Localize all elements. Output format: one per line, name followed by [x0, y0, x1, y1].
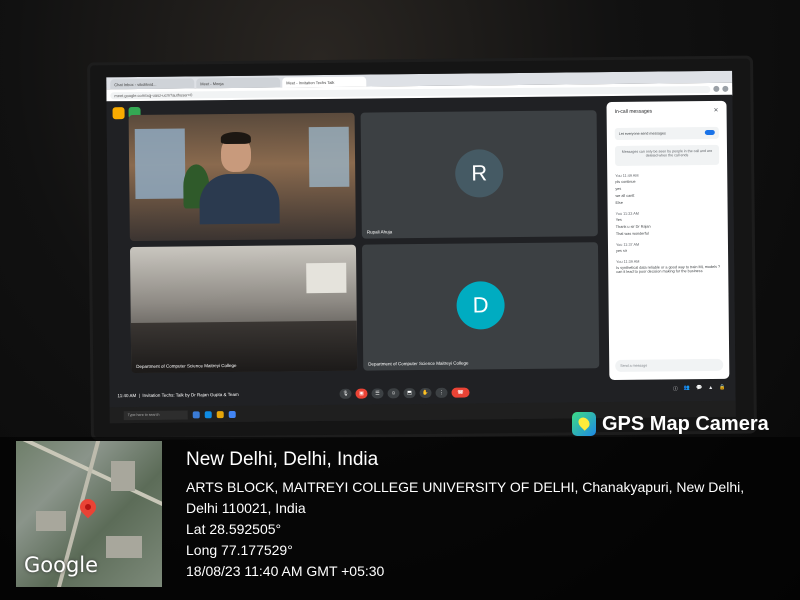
participant-name: Department of Computer Science Maitreyi …: [136, 362, 237, 369]
message-sender: You 11:37 AM: [615, 242, 640, 247]
chrome-icon[interactable]: [228, 410, 236, 418]
participant-tile-department[interactable]: D Department of Computer Science Maitrey…: [361, 242, 600, 371]
meeting-info: 11:40 AM | Invitation Techs: Talk by Dr …: [117, 391, 239, 399]
people-icon[interactable]: 👥: [684, 385, 690, 392]
gps-longitude: Long 77.177529°: [186, 542, 293, 558]
message-text: Thank u sir Dr Rajan: [615, 224, 651, 229]
raise-hand-button[interactable]: ✋: [419, 387, 432, 399]
meet-view: R Rupali Ahuja Department of Computer Sc…: [106, 94, 736, 408]
gps-address-line: Delhi 110021, India: [186, 500, 306, 516]
gps-datetime: 18/08/23 11:40 AM GMT +05:30: [186, 563, 385, 579]
message-permission-row: Let everyone send messages: [614, 126, 719, 140]
avatar: D: [456, 281, 505, 330]
background-window: [134, 128, 186, 199]
speaker-hair: [220, 131, 251, 145]
message-text: pls continue: [615, 179, 636, 184]
gps-city: New Delhi, Delhi, India: [186, 449, 379, 470]
location-map: Google: [16, 441, 162, 587]
browser-tab[interactable]: Chat Inbox - vikolikvid...: [110, 78, 195, 90]
background-window: [308, 126, 350, 188]
message-sender: You 11:39 AM: [616, 259, 640, 264]
meeting-title: Invitation Techs: Talk by Dr Rajan Gupta…: [142, 391, 239, 398]
close-icon[interactable]: ✕: [714, 107, 719, 114]
message-list: You 11:49 AM pls continue yes we all can…: [615, 173, 720, 281]
screen: Chat Inbox - vikolikvid... Meet - Meeja …: [106, 70, 736, 424]
gps-brand: GPS Map Camera: [572, 412, 769, 436]
avatar: R: [454, 149, 504, 198]
file-explorer-icon[interactable]: [216, 410, 224, 418]
message-sender: You 11:49 AM: [615, 173, 639, 178]
classroom-window: [306, 262, 347, 294]
message-text: yes sir: [616, 248, 628, 253]
toggle-label: Let everyone send messages: [618, 131, 666, 136]
mic-button[interactable]: 🎙: [339, 388, 352, 399]
task-view-icon[interactable]: [192, 410, 200, 418]
gps-latitude: Lat 28.592505°: [186, 521, 282, 537]
message-text: Else: [615, 200, 623, 205]
gps-map-camera-icon: [572, 412, 596, 436]
chat-panel: In-call messages ✕ Let everyone send mes…: [606, 100, 730, 381]
message-group: You 11:33 AM Yes Thank u sir Dr Rajan Th…: [616, 211, 720, 236]
taskbar-search[interactable]: Type here to search: [123, 409, 188, 420]
end-call-button[interactable]: ☎: [451, 387, 470, 398]
message-text: That was wonderful: [615, 231, 649, 236]
gps-address-line: ARTS BLOCK, MAITREYI COLLEGE UNIVERSITY …: [186, 479, 745, 495]
host-controls-icon[interactable]: 🔒: [719, 385, 725, 392]
map-building: [111, 461, 135, 491]
message-group: You 11:37 AM yes sir: [616, 242, 720, 253]
info-icon[interactable]: ⓘ: [673, 385, 678, 392]
participant-tile-video[interactable]: [128, 112, 356, 242]
chat-notice: Messages can only be seen by people in t…: [614, 144, 720, 166]
profile-icon[interactable]: [722, 85, 729, 92]
activities-icon[interactable]: ▲: [708, 385, 713, 392]
message-sender: You 11:33 AM: [615, 211, 639, 216]
message-text: Is synthetical data reliable or a good w…: [616, 264, 721, 274]
message-group: You 11:49 AM pls continue yes we all can…: [615, 173, 719, 205]
gps-text-block: New Delhi, Delhi, India ARTS BLOCK, MAIT…: [186, 449, 744, 582]
participant-tile-rupali[interactable]: R Rupali Ahuja: [360, 110, 598, 239]
monitor: Chat Inbox - vikolikvid... Meet - Meeja …: [90, 58, 754, 438]
meeting-time: 11:40 AM: [117, 393, 137, 399]
message-text: we all cantt: [615, 193, 635, 198]
map-building: [106, 536, 142, 558]
map-logo: Google: [24, 553, 99, 577]
participant-tile-classroom[interactable]: Department of Computer Science Maitreyi …: [129, 244, 358, 374]
side-controls: ⓘ 👥 💬 ▲ 🔒: [673, 385, 726, 393]
chat-title: In-call messages: [614, 108, 653, 115]
browser-tab[interactable]: Meet - Meeja: [196, 77, 281, 89]
emoji-button[interactable]: ☺: [387, 388, 400, 399]
captions-button[interactable]: ☰: [371, 388, 384, 399]
participant-name: Department of Computer Science Maitreyi …: [368, 360, 469, 367]
extension-icon[interactable]: [713, 85, 720, 92]
speaker-body: [199, 173, 280, 225]
camera-off-button[interactable]: ▣: [355, 388, 368, 399]
message-toggle[interactable]: [704, 129, 715, 136]
edge-icon[interactable]: [204, 410, 212, 418]
gps-brand-text: GPS Map Camera: [602, 412, 769, 435]
message-group: You 11:39 AM Is synthetical data reliabl…: [616, 259, 720, 274]
browser-tab-active[interactable]: Meet - Invitation Techs Talk: [282, 76, 367, 88]
chat-icon[interactable]: 💬: [696, 385, 702, 392]
present-button[interactable]: ⬒: [403, 388, 416, 399]
participant-name: Rupali Ahuja: [366, 229, 393, 235]
call-controls: 🎙 ▣ ☰ ☺ ⬒ ✋ ⋮ ☎: [339, 387, 470, 399]
chat-input[interactable]: Send a message: [615, 358, 724, 372]
more-options-button[interactable]: ⋮: [435, 387, 448, 398]
message-text: Yes: [615, 217, 622, 222]
hand-icon[interactable]: [112, 107, 125, 120]
message-text: yes: [615, 186, 622, 191]
map-building: [36, 511, 66, 531]
